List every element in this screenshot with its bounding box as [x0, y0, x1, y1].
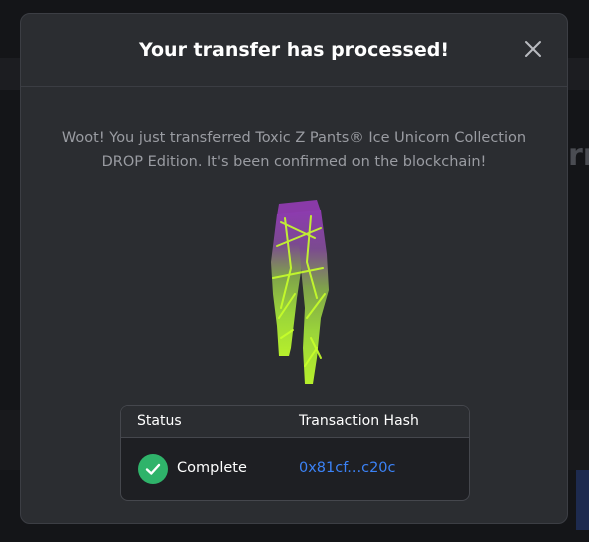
transaction-hash-column-header: Transaction Hash — [299, 413, 419, 429]
transfer-message: Woot! You just transferred Toxic Z Pants… — [61, 130, 527, 170]
transfer-modal: Your transfer has processed! Woot! You j… — [20, 13, 568, 524]
close-button[interactable] — [523, 39, 543, 59]
background-heading-fragment: rn — [568, 138, 589, 173]
status-value: Complete — [177, 460, 247, 476]
modal-title: Your transfer has processed! — [138, 39, 450, 61]
table-header: Status Transaction Hash — [121, 406, 469, 438]
toxic-z-pants-image — [271, 200, 329, 384]
modal-header: Your transfer has processed! — [21, 14, 567, 87]
check-circle-icon — [138, 454, 168, 484]
transaction-status-table: Status Transaction Hash Complete 0x81cf.… — [120, 405, 470, 501]
table-row: Complete 0x81cf...c20c — [121, 438, 469, 500]
status-column-header: Status — [137, 413, 182, 429]
close-icon — [525, 41, 541, 57]
transaction-hash-link[interactable]: 0x81cf...c20c — [299, 460, 396, 476]
background-button-fragment — [576, 470, 589, 530]
